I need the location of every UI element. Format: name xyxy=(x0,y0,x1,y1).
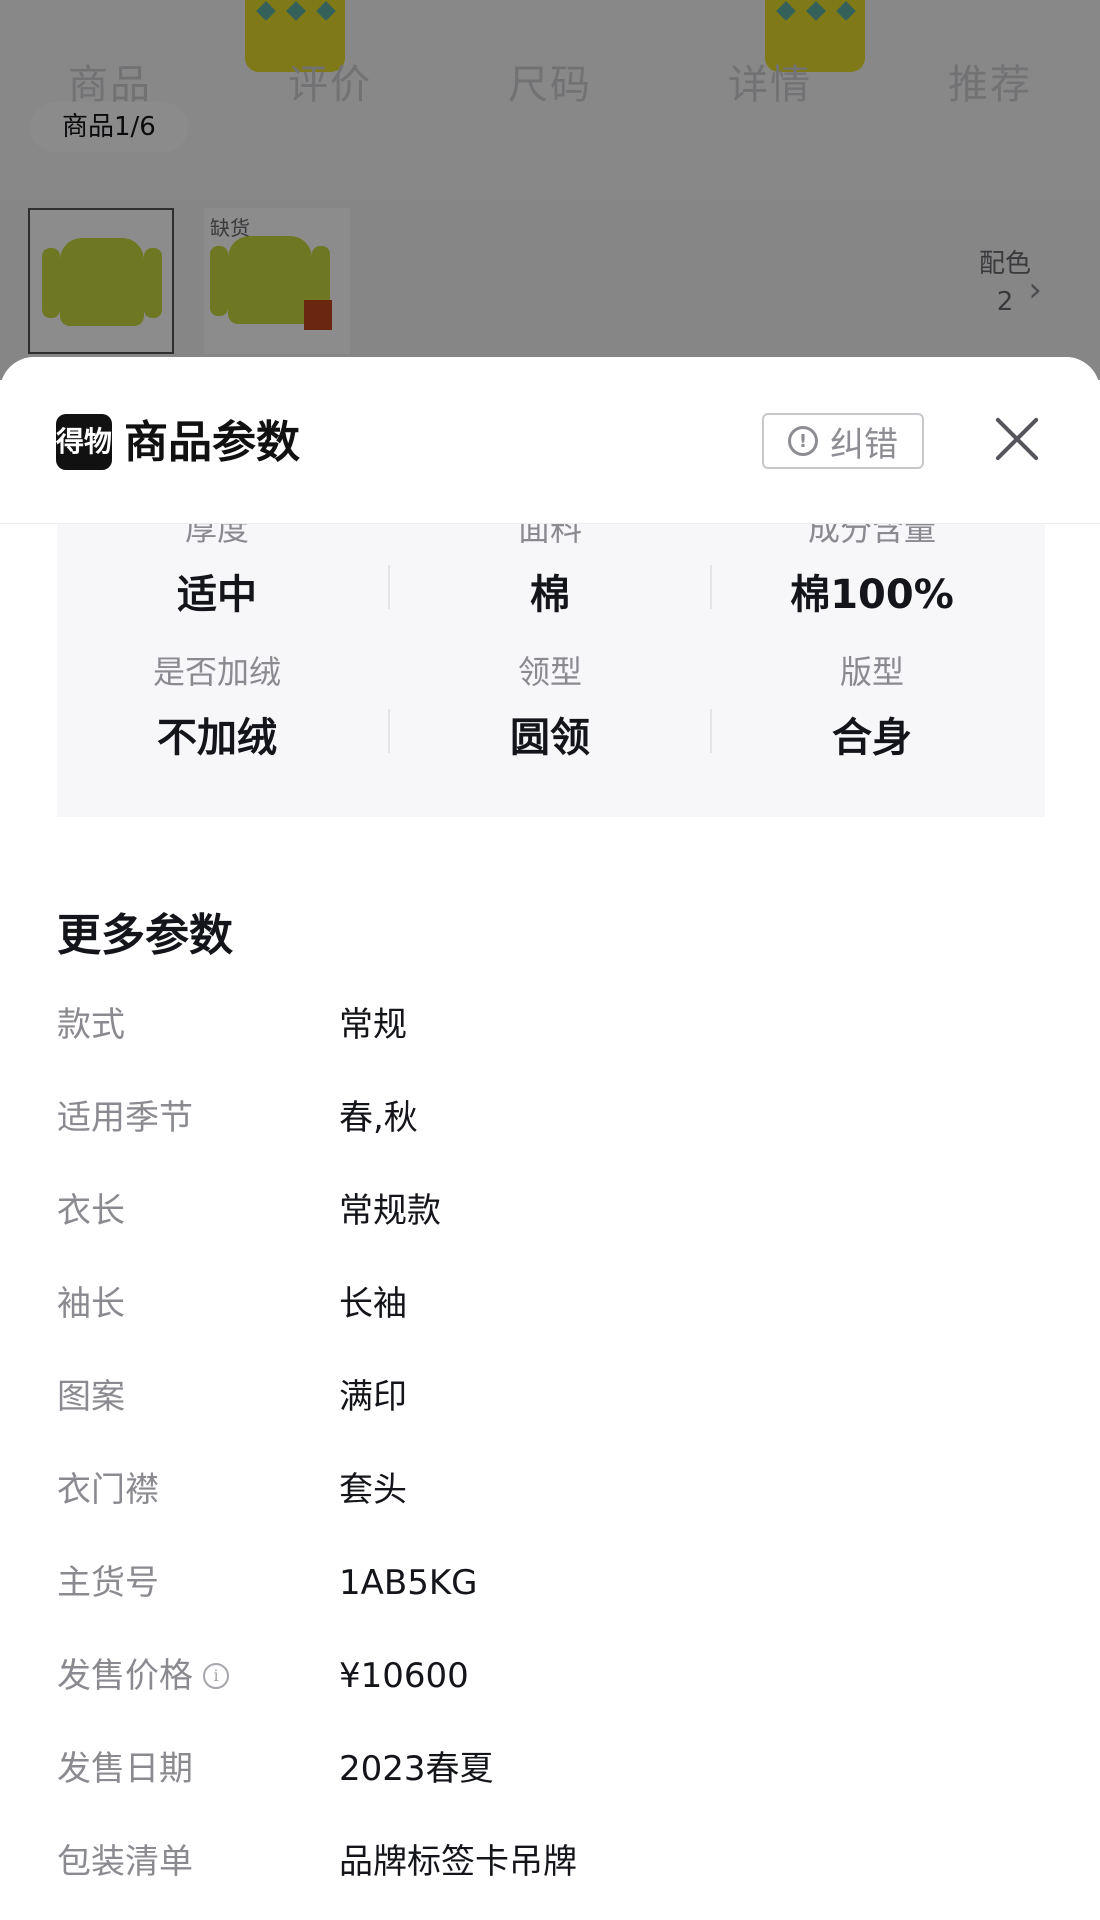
close-icon[interactable] xyxy=(990,413,1042,465)
param-value: 春,秋 xyxy=(339,1098,418,1138)
alert-circle-icon: ! xyxy=(788,426,818,456)
key-param-item: 领型 圆领 xyxy=(390,652,710,764)
product-params-sheet: 得物 商品参数 ! 纠错 厚度 适中 面料 棉 成分含量 棉100% 是否加绒 … xyxy=(0,357,1100,1920)
param-row: 图案 满印 xyxy=(57,1375,1057,1468)
grid-divider xyxy=(388,565,390,609)
param-row: 主货号 1AB5KG xyxy=(57,1561,1057,1654)
key-params-grid: 厚度 适中 面料 棉 成分含量 棉100% 是否加绒 不加绒 领型 圆领 版型 … xyxy=(57,510,1045,817)
key-param-value: 适中 xyxy=(177,572,257,618)
param-label-with-info: 发售价格 i xyxy=(57,1654,229,1698)
report-error-button[interactable]: ! 纠错 xyxy=(762,413,924,469)
grid-divider xyxy=(710,709,712,753)
param-label: 图案 xyxy=(57,1377,125,1417)
param-value: 品牌标签卡吊牌 xyxy=(339,1842,577,1882)
product-page-background: 商品 评价 尺码 详情 推荐 商品1/6 缺货 配色 2 › xyxy=(0,0,1100,380)
param-label: 款式 xyxy=(57,1005,125,1045)
param-row: 发售日期 2023春夏 xyxy=(57,1747,1057,1840)
param-value: 长袖 xyxy=(339,1284,407,1324)
key-param-label: 是否加绒 xyxy=(152,653,281,691)
modal-backdrop[interactable] xyxy=(0,0,1100,380)
info-icon[interactable]: i xyxy=(203,1663,229,1689)
param-label-text: 发售价格 xyxy=(57,1656,193,1696)
param-row: 发售价格 i ¥10600 xyxy=(57,1654,1057,1747)
param-value: 1AB5KG xyxy=(339,1563,478,1603)
param-row: 包装清单 品牌标签卡吊牌 xyxy=(57,1840,1057,1920)
param-label: 适用季节 xyxy=(57,1098,193,1138)
param-value: ¥10600 xyxy=(339,1656,469,1696)
param-label: 袖长 xyxy=(57,1284,125,1324)
grid-divider xyxy=(388,709,390,753)
key-param-item: 面料 棉 xyxy=(390,509,710,621)
param-value: 套头 xyxy=(339,1470,407,1510)
param-row: 袖长 长袖 xyxy=(57,1282,1057,1375)
param-value: 满印 xyxy=(339,1377,407,1417)
param-label: 包装清单 xyxy=(57,1842,193,1882)
key-param-item: 版型 合身 xyxy=(712,652,1032,764)
param-row: 适用季节 春,秋 xyxy=(57,1096,1057,1189)
more-params-title: 更多参数 xyxy=(57,910,233,961)
key-param-label: 版型 xyxy=(839,653,904,691)
param-label: 发售日期 xyxy=(57,1749,193,1789)
param-row: 款式 常规 xyxy=(57,1003,1057,1096)
key-param-value: 棉 xyxy=(530,572,570,618)
param-row: 衣门襟 套头 xyxy=(57,1468,1057,1561)
key-param-value: 棉100% xyxy=(790,572,954,618)
grid-divider xyxy=(710,565,712,609)
param-label: 主货号 xyxy=(57,1563,159,1603)
key-param-value: 圆领 xyxy=(510,715,590,761)
key-param-label: 领型 xyxy=(517,653,582,691)
key-param-value: 不加绒 xyxy=(157,715,277,761)
report-error-label: 纠错 xyxy=(830,424,898,465)
key-param-item: 是否加绒 不加绒 xyxy=(57,652,377,764)
param-value: 常规 xyxy=(339,1005,407,1045)
param-label: 衣长 xyxy=(57,1191,125,1231)
param-label: 衣门襟 xyxy=(57,1470,159,1510)
param-value: 常规款 xyxy=(339,1191,441,1231)
param-row: 衣长 常规款 xyxy=(57,1189,1057,1282)
sheet-title: 商品参数 xyxy=(124,417,300,468)
brand-logo: 得物 xyxy=(56,414,112,470)
key-param-item: 成分含量 棉100% xyxy=(712,509,1032,621)
key-param-item: 厚度 适中 xyxy=(57,509,377,621)
key-param-value: 合身 xyxy=(832,715,912,761)
param-value: 2023春夏 xyxy=(339,1749,494,1789)
sheet-header: 得物 商品参数 ! 纠错 xyxy=(0,357,1100,524)
